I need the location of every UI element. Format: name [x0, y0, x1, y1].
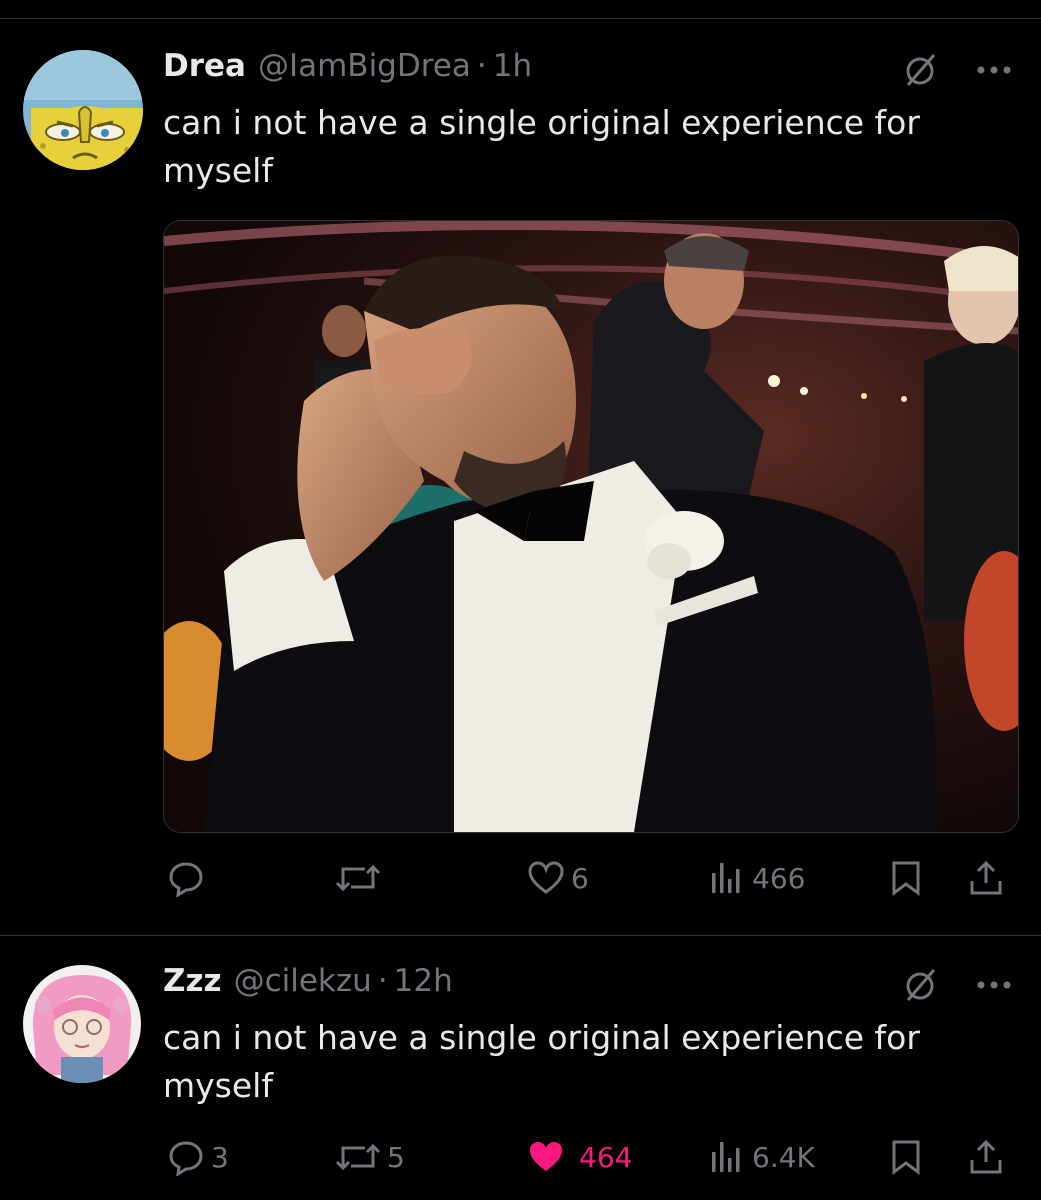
views-icon [712, 1142, 740, 1172]
separator: · [377, 963, 388, 999]
share-icon [970, 860, 1002, 895]
user-handle[interactable]: @cilekzu [234, 963, 372, 999]
share-button[interactable] [967, 859, 1005, 897]
reply-button[interactable] [167, 859, 211, 897]
reply-button[interactable]: 3 [167, 1138, 229, 1176]
heart-icon [528, 861, 564, 894]
like-count: 6 [571, 861, 589, 895]
retweet-button[interactable] [335, 859, 387, 897]
separator: · [476, 48, 487, 84]
tweet-text: can i not have a single original experie… [163, 103, 920, 190]
timestamp[interactable]: 1h [493, 48, 532, 84]
avatar[interactable] [23, 50, 143, 170]
timestamp[interactable]: 12h [394, 963, 453, 999]
more-icon[interactable] [975, 975, 1013, 995]
view-count: 6.4K [752, 1140, 815, 1174]
divider [0, 935, 1041, 936]
tweet-header: Zzz @cilekzu · 12h [163, 963, 453, 999]
user-handle[interactable]: @IamBigDrea [258, 48, 471, 84]
share-button[interactable] [967, 1138, 1005, 1176]
bookmark-button[interactable] [887, 859, 925, 897]
avatar[interactable] [23, 965, 141, 1083]
display-name[interactable]: Zzz [163, 963, 222, 999]
heart-icon [530, 1142, 562, 1171]
grok-icon[interactable] [902, 966, 940, 1004]
display-name[interactable]: Drea [163, 48, 246, 84]
tweet-text: can i not have a single original experie… [163, 1018, 920, 1105]
retweet-count: 5 [387, 1140, 405, 1174]
reply-count: 3 [211, 1140, 229, 1174]
more-icon[interactable] [975, 60, 1013, 80]
bookmark-icon [892, 861, 920, 896]
views-icon [712, 863, 740, 893]
timeline: Drea @IamBigDrea · 1h can i not have a s… [0, 0, 1041, 1200]
views-button[interactable]: 466 [708, 859, 805, 897]
views-button[interactable]: 6.4K [708, 1138, 815, 1176]
view-count: 466 [752, 861, 806, 895]
retweet-button[interactable]: 5 [335, 1138, 405, 1176]
reply-icon [169, 1141, 203, 1176]
share-icon [970, 1139, 1002, 1174]
like-button[interactable]: 6 [527, 859, 589, 897]
retweet-icon [335, 1143, 381, 1171]
tweet-header: Drea @IamBigDrea · 1h [163, 48, 532, 84]
divider [0, 18, 1041, 19]
like-button[interactable]: 464 [527, 1138, 632, 1176]
retweet-icon [335, 864, 381, 892]
grok-icon[interactable] [902, 51, 940, 89]
tweet-media[interactable] [163, 220, 1019, 833]
like-count: 464 [579, 1140, 633, 1174]
bookmark-icon [892, 1140, 920, 1175]
reply-icon [169, 862, 203, 897]
bookmark-button[interactable] [887, 1138, 925, 1176]
